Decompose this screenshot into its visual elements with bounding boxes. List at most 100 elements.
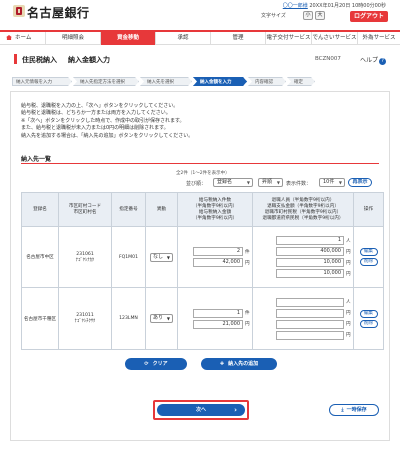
- edit-button[interactable]: 編集: [359, 309, 378, 318]
- cell-number: 123LMN: [111, 287, 146, 350]
- salary-count-input[interactable]: 1: [193, 308, 243, 318]
- help-label: ヘルプ: [360, 57, 379, 64]
- salary-amount-input[interactable]: 42,000: [193, 258, 243, 267]
- chevron-down-icon: ▼: [246, 180, 250, 185]
- help-icon: ?: [379, 58, 387, 65]
- unit-label: 件: [245, 311, 250, 316]
- per-page-select[interactable]: 10件 ▼: [319, 178, 345, 187]
- add-payee-label: 納入先の追加: [228, 361, 259, 367]
- table-row: 名古屋市千種区 231011 ﾅｺﾞﾔｼﾁｸｻｸ 123LMN あり ▼ 1件 21…: [21, 287, 384, 350]
- delete-button[interactable]: 削除: [359, 258, 378, 266]
- retire-payment-input[interactable]: [276, 308, 344, 318]
- next-label: 次へ: [195, 407, 206, 413]
- retire-people-input[interactable]: [276, 297, 344, 307]
- cell-code: 231011 ﾅｺﾞﾔｼﾁｸｻｸ: [58, 287, 112, 350]
- page-title: 住民税納入: [22, 56, 57, 64]
- delete-button[interactable]: 削除: [359, 319, 378, 328]
- add-payee-button[interactable]: ✚ 納入先の追加: [201, 358, 277, 370]
- cell-operation: 編集 削除: [353, 287, 384, 350]
- col-special: 異動: [145, 192, 178, 227]
- special-select[interactable]: あり ▼: [150, 314, 173, 323]
- col-retire-line: 退職支払金額（半角数字9桁以内）: [267, 203, 339, 209]
- col-salary-line: （半角数字9桁以内）: [192, 215, 238, 221]
- refresh-icon: ⟳: [144, 361, 149, 367]
- retire-people-input[interactable]: 1: [276, 236, 344, 245]
- nav-forex[interactable]: 外為サービス: [358, 32, 400, 45]
- instructions: 給与税、退職税を入力の上、「次へ」ボタンをクリックしてください。 給与税と退職税…: [21, 103, 193, 140]
- page-subtitle: 納入金額入力: [68, 56, 110, 64]
- cell-code: 231061 ﾅｺﾞﾔｼﾅｶｸ: [58, 226, 112, 288]
- nav-transfer[interactable]: 資金移動: [101, 32, 156, 45]
- nav-densai[interactable]: でんさいサービス: [312, 32, 358, 45]
- retire-city-tax-input[interactable]: 10,000: [276, 258, 344, 267]
- last-login: 20XX年01月20日 10時00分00秒: [309, 3, 386, 9]
- sort-field-value: 登録名: [217, 179, 233, 185]
- chevron-down-icon: ▼: [166, 254, 170, 260]
- bank-name: 名古屋銀行: [27, 6, 90, 20]
- sort-order-value: 昇順: [262, 179, 273, 185]
- retire-pref-tax-input[interactable]: 10,000: [276, 269, 344, 278]
- cell-name: 名古屋市中区: [21, 226, 59, 288]
- nav-admin[interactable]: 管理: [211, 32, 266, 45]
- nav-home-label: ホーム: [15, 35, 32, 41]
- temp-save-button[interactable]: ⤓ 一時保存: [329, 404, 379, 416]
- bank-logo-icon: [13, 5, 25, 17]
- user-name-link[interactable]: 〇〇一郎様: [283, 3, 308, 9]
- instruction-line: 納入先を追加する場合は、「納入先の追加」ボタンをクリックしてください。: [21, 132, 194, 139]
- salary-count-input[interactable]: 2: [193, 247, 243, 256]
- step-1: 納入元情報を入力: [12, 77, 72, 86]
- salary-amount-input[interactable]: 21,000: [193, 319, 243, 329]
- cell-number: FQ1M01: [111, 226, 146, 288]
- nav-approval[interactable]: 承認: [156, 32, 211, 45]
- retire-payment-input[interactable]: 400,000: [276, 247, 344, 256]
- unit-label: 円: [346, 260, 351, 266]
- cell-salary: 1件 21,000 円: [177, 287, 253, 350]
- cell-operation: 編集 削除: [353, 226, 384, 288]
- special-value: あり: [153, 315, 164, 321]
- cell-retire: 人 円 円 円: [252, 287, 354, 350]
- edit-button[interactable]: 編集: [359, 248, 378, 256]
- chevron-down-icon: ▼: [166, 316, 170, 321]
- instruction-line: 給与税と退職税は、どちらか一方または両方を入力してください。: [21, 110, 171, 117]
- retire-pref-tax-input[interactable]: [276, 330, 344, 340]
- logout-button[interactable]: ログアウト: [350, 11, 388, 22]
- sort-order-select[interactable]: 昇順 ▼: [258, 178, 283, 187]
- clear-label: クリア: [152, 361, 168, 367]
- step-2: 納入先指定方法を選択: [73, 77, 139, 86]
- main-panel: 給与税、退職税を入力の上、「次へ」ボタンをクリックしてください。 給与税と退職税…: [10, 91, 390, 441]
- cell-special: あり ▼: [145, 287, 178, 350]
- nav-e-delivery[interactable]: 電子交付サービス: [266, 32, 312, 45]
- special-select[interactable]: なし ▼: [150, 252, 173, 262]
- cell-city-value: ﾅｺﾞﾔｼﾁｸｻｸ: [74, 319, 96, 324]
- cell-special: なし ▼: [145, 226, 178, 288]
- cell-retire: 1人 400,000 円 10,000 円 10,000 円: [252, 226, 354, 288]
- section-divider: [21, 163, 379, 164]
- special-value: なし: [153, 253, 164, 260]
- cell-city-value: ﾅｺﾞﾔｼﾅｶｸ: [75, 257, 95, 263]
- resort-button[interactable]: 再表示: [348, 178, 372, 187]
- step-6: 確定: [287, 77, 315, 86]
- plus-icon: ✚: [219, 361, 225, 367]
- next-button[interactable]: 次へ ›: [157, 404, 245, 416]
- col-operation: 操作: [353, 192, 384, 227]
- table-row: 名古屋市中区 231061 ﾅｺﾞﾔｼﾅｶｸ FQ1M01 なし ▼ 2件 42,0…: [21, 226, 384, 288]
- font-size-large-button[interactable]: 大: [315, 11, 325, 20]
- font-size-small-button[interactable]: 小: [303, 11, 313, 20]
- col-code: 市区町村コード 市区町村名: [58, 192, 112, 227]
- clear-button[interactable]: ⟳ クリア: [125, 358, 187, 370]
- col-retire-line: 退職都道府県民税（半角数字9桁以内）: [262, 215, 344, 221]
- col-name: 登録名: [21, 192, 59, 227]
- unit-label: 円: [346, 333, 351, 338]
- nav-home[interactable]: ホーム: [0, 32, 46, 45]
- retire-city-tax-input[interactable]: [276, 319, 344, 329]
- sort-field-select[interactable]: 登録名 ▼: [213, 178, 253, 187]
- unit-label: 人: [346, 238, 351, 244]
- help-link[interactable]: ヘルプ?: [360, 55, 387, 65]
- col-city-label: 市区町村名: [73, 209, 97, 215]
- per-page-value: 10件: [323, 179, 335, 185]
- unit-label: 円: [245, 260, 250, 266]
- col-salary: 給与税納入件数 （半角数字9桁以内） 給与税納入金額 （半角数字9桁以内）: [177, 192, 253, 227]
- cell-salary: 2件 42,000 円: [177, 226, 253, 288]
- chevron-down-icon: ▼: [276, 180, 280, 185]
- nav-statement[interactable]: 明細照会: [46, 32, 101, 45]
